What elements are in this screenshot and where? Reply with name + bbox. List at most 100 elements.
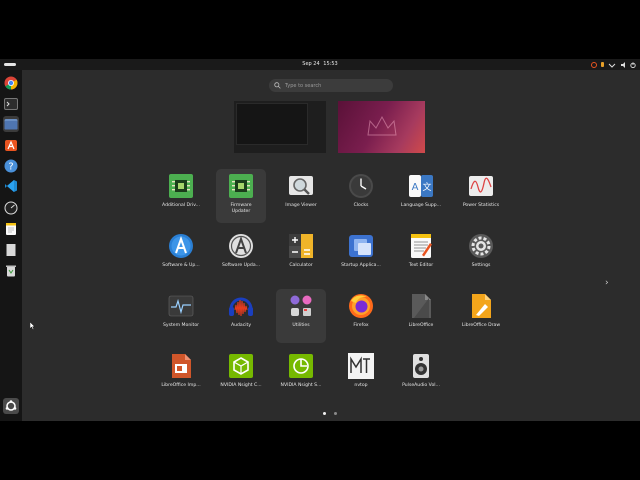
app-clocks[interactable]: Clocks bbox=[336, 169, 386, 223]
software-icon bbox=[169, 234, 193, 258]
nvidia-nsight-compute-icon bbox=[229, 354, 253, 378]
page-indicator-2[interactable] bbox=[334, 412, 337, 415]
app-image-viewer[interactable]: Image Viewer bbox=[276, 169, 326, 223]
volume-icon[interactable] bbox=[620, 61, 626, 68]
window-thumbnail[interactable] bbox=[236, 103, 308, 145]
dock-chrome[interactable] bbox=[3, 75, 19, 91]
show-apps-button[interactable] bbox=[3, 398, 19, 414]
gauge-icon bbox=[4, 201, 18, 215]
app-label: LibreOffice bbox=[408, 323, 434, 328]
app-label: LibreOffice Imp... bbox=[161, 383, 201, 388]
app-label: NVIDIA Nsight S... bbox=[280, 383, 322, 388]
folder-icon bbox=[4, 119, 18, 130]
power-icon[interactable] bbox=[630, 61, 636, 68]
chrome-icon bbox=[4, 76, 18, 90]
nvidia-nsight-systems-icon bbox=[289, 354, 313, 378]
mouse-cursor-icon bbox=[30, 322, 36, 330]
app-utilities-folder[interactable]: Utilities bbox=[276, 289, 326, 343]
libreoffice-draw-icon bbox=[472, 294, 491, 318]
app-firmware-updater[interactable]: Firmware Updater bbox=[216, 169, 266, 223]
dock-system-monitor[interactable] bbox=[3, 200, 19, 216]
app-software-updates[interactable]: Software & Up... bbox=[156, 229, 206, 283]
app-pulseaudio-volume[interactable]: PulseAudio Vol... bbox=[396, 349, 446, 403]
dock-terminal[interactable] bbox=[3, 96, 19, 112]
app-label: Software & Up... bbox=[162, 263, 200, 268]
app-settings[interactable]: Settings bbox=[456, 229, 506, 283]
app-calculator[interactable]: Calculator bbox=[276, 229, 326, 283]
app-label: NVIDIA Nsight C... bbox=[220, 383, 262, 388]
app-nvidia-nsight-compute[interactable]: NVIDIA Nsight C... bbox=[216, 349, 266, 403]
app-audacity[interactable]: Audacity bbox=[216, 289, 266, 343]
dock-files[interactable] bbox=[3, 116, 19, 132]
app-power-statistics[interactable]: Power Statistics bbox=[456, 169, 506, 223]
app-label: Additional Driv... bbox=[162, 203, 200, 208]
app-libreoffice-draw[interactable]: LibreOffice Draw bbox=[456, 289, 506, 343]
calculator-icon bbox=[289, 234, 313, 258]
terminal-icon bbox=[4, 98, 18, 110]
system-tray[interactable] bbox=[591, 61, 636, 68]
svg-text:?: ? bbox=[8, 162, 13, 173]
magnifier-icon bbox=[289, 176, 313, 195]
app-label: System Monitor bbox=[162, 323, 200, 328]
wallpaper-mascot-image bbox=[367, 115, 397, 136]
app-label: Software Upda... bbox=[221, 263, 261, 268]
app-label: Firmware Updater bbox=[230, 203, 252, 214]
app-label: Settings bbox=[471, 263, 491, 268]
clock-button[interactable]: Sep 24 15:53 bbox=[0, 60, 640, 69]
utilities-folder-icon bbox=[290, 295, 312, 316]
app-firefox[interactable]: Firefox bbox=[336, 289, 386, 343]
microphone-icon[interactable] bbox=[601, 62, 604, 67]
app-nvidia-nsight-systems[interactable]: NVIDIA Nsight S... bbox=[276, 349, 326, 403]
app-label: LibreOffice Draw bbox=[461, 323, 501, 328]
app-text-editor[interactable]: Text Editor bbox=[396, 229, 446, 283]
app-libreoffice-impress[interactable]: LibreOffice Imp... bbox=[156, 349, 206, 403]
chip-icon bbox=[229, 174, 253, 198]
help-icon: ? bbox=[4, 159, 18, 173]
dock-ubuntu-software[interactable] bbox=[3, 137, 19, 153]
system-monitor-icon bbox=[168, 295, 194, 317]
network-icon[interactable] bbox=[608, 62, 616, 68]
ubuntu-logo-icon bbox=[5, 400, 17, 411]
top-bar: Sep 24 15:53 bbox=[0, 59, 640, 70]
page-indicator-1[interactable] bbox=[323, 412, 326, 415]
desktop-screen: Sep 24 15:53 ? Type to search Additional… bbox=[0, 59, 640, 421]
audacity-icon bbox=[229, 297, 253, 317]
workspace-thumbnail-2[interactable] bbox=[338, 101, 425, 153]
app-language-support[interactable]: A文 Language Supp... bbox=[396, 169, 446, 223]
workspace-thumbnail-1[interactable] bbox=[234, 101, 326, 153]
app-startup-applications[interactable]: Startup Applica... bbox=[336, 229, 386, 283]
app-label: nvtop bbox=[354, 383, 368, 388]
search-bar[interactable]: Type to search bbox=[269, 79, 393, 92]
clock-icon bbox=[349, 174, 373, 198]
app-libreoffice[interactable]: LibreOffice bbox=[396, 289, 446, 343]
text-editor-icon bbox=[6, 223, 16, 235]
app-label: Text Editor bbox=[408, 263, 434, 268]
firefox-icon bbox=[349, 294, 373, 318]
power-stats-icon bbox=[469, 176, 493, 196]
clock-date: Sep 24 bbox=[302, 61, 320, 67]
next-page-arrow-icon[interactable]: › bbox=[605, 278, 613, 288]
app-additional-drivers[interactable]: Additional Driv... bbox=[156, 169, 206, 223]
vscode-icon bbox=[5, 180, 17, 192]
document-icon bbox=[6, 244, 16, 256]
settings-icon bbox=[469, 234, 493, 258]
dock-text-editor[interactable] bbox=[3, 221, 19, 237]
clock-time: 15:53 bbox=[323, 61, 338, 67]
dock-vscode[interactable] bbox=[3, 178, 19, 194]
trash-icon bbox=[6, 265, 16, 277]
app-nvtop[interactable]: nvtop bbox=[336, 349, 386, 403]
ubuntu-software-icon bbox=[5, 140, 17, 151]
app-system-monitor[interactable]: System Monitor bbox=[156, 289, 206, 343]
dock-trash[interactable] bbox=[3, 263, 19, 279]
dock: ? bbox=[0, 70, 22, 421]
privacy-indicator-icon[interactable] bbox=[591, 61, 597, 68]
dock-help[interactable]: ? bbox=[3, 158, 19, 174]
text-editor-icon bbox=[411, 234, 432, 258]
dock-document[interactable] bbox=[3, 242, 19, 258]
nvtop-icon bbox=[348, 353, 374, 379]
search-icon bbox=[274, 82, 281, 89]
app-label: Clocks bbox=[353, 203, 369, 208]
search-input[interactable]: Type to search bbox=[285, 83, 321, 89]
libreoffice-impress-icon bbox=[172, 354, 191, 378]
app-software-updater[interactable]: Software Upda... bbox=[216, 229, 266, 283]
